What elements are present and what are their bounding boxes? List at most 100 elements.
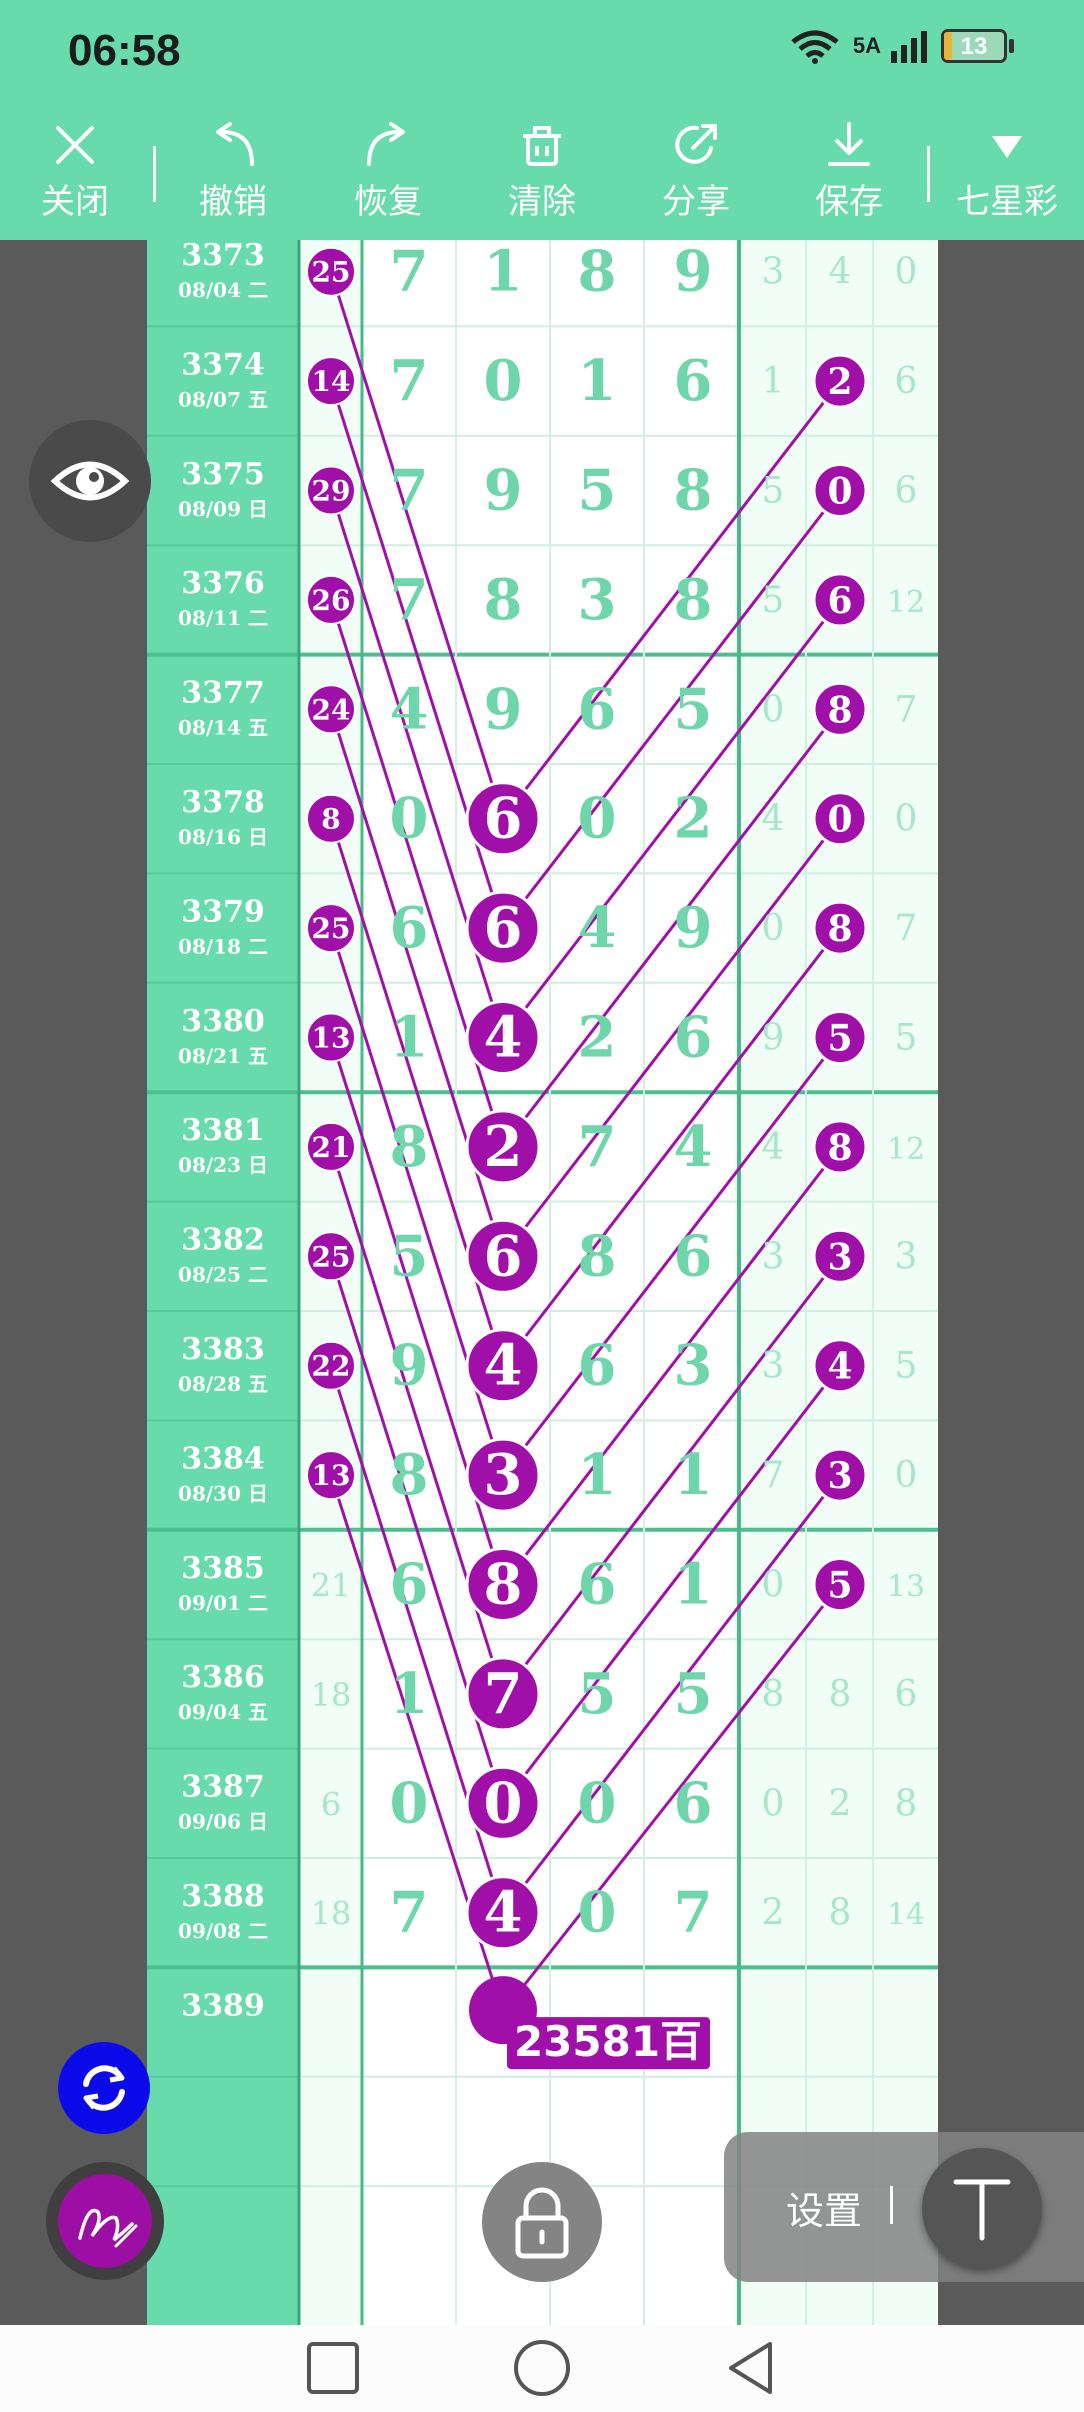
digit-value: 0 <box>390 786 429 852</box>
issue-number: 3384 <box>181 1441 265 1476</box>
text-t-icon <box>953 2179 1011 2241</box>
settings-label[interactable]: 设置 <box>786 2180 862 2235</box>
lottery-type-dropdown[interactable]: 七星彩 <box>932 110 1082 240</box>
digit-value: 9 <box>390 1333 429 1399</box>
digit-value: 8 <box>674 567 713 633</box>
issue-number: 3381 <box>181 1113 265 1148</box>
settings-separator <box>890 2186 893 2224</box>
issue-date: 09/04 五 <box>178 1700 268 1724</box>
clear-button[interactable]: 清除 <box>467 110 617 240</box>
issue-date: 08/28 五 <box>178 1372 268 1396</box>
text-tool-button[interactable] <box>922 2148 1042 2268</box>
close-button-label: 关闭 <box>41 182 109 222</box>
share-button-label: 分享 <box>662 182 730 222</box>
battery-icon: 13 <box>941 29 1007 63</box>
network-type-label: 5A <box>852 33 881 58</box>
redo-button[interactable]: 恢复 <box>313 110 463 240</box>
digit-value: 7 <box>390 240 429 305</box>
first-value: 25 <box>312 912 351 945</box>
extra-value: 3 <box>895 1236 918 1277</box>
digit-value: 1 <box>578 348 617 414</box>
share-button[interactable]: 分享 <box>621 110 771 240</box>
trend-chart-sheet[interactable]: 3373 08/04 二 25 7 1 8 9 3 4 0 3374 08/07 五 14 7 0 1 6 1 2 6… <box>147 240 938 2325</box>
toolbar-separator <box>927 146 930 202</box>
extra-value: 2 <box>762 1893 785 1934</box>
save-icon <box>828 122 870 166</box>
nav-buttons <box>307 2340 772 2396</box>
extra-value: 6 <box>895 471 918 512</box>
battery-tip <box>1009 39 1014 53</box>
digit-value: 0 <box>484 348 523 414</box>
digit-value: 4 <box>484 1333 523 1399</box>
extra-value: 5 <box>895 1018 918 1059</box>
digit-value: 8 <box>484 567 523 633</box>
extra-value: 0 <box>895 799 918 840</box>
issue-date: 08/21 五 <box>178 1044 268 1068</box>
extra-value: 0 <box>762 1783 785 1824</box>
digit-value: 6 <box>578 1333 617 1399</box>
extra-value: 0 <box>895 252 918 293</box>
battery-level: 13 <box>960 33 988 60</box>
digit-value: 6 <box>484 786 523 852</box>
issue-date: 08/16 日 <box>178 825 268 849</box>
issue-date: 08/14 五 <box>178 716 268 740</box>
extra-value: 3 <box>827 1236 852 1278</box>
issue-number: 3374 <box>181 347 265 382</box>
issue-number: 3383 <box>181 1332 265 1367</box>
digit-value: 1 <box>674 1552 713 1618</box>
close-button[interactable]: 关闭 <box>0 110 150 240</box>
home-circle-icon[interactable] <box>514 2340 570 2396</box>
extra-value: 2 <box>827 361 852 403</box>
digit-value: 6 <box>674 348 713 414</box>
first-value: 22 <box>312 1350 351 1383</box>
extra-value: 4 <box>762 799 785 840</box>
digit-value: 7 <box>390 1880 429 1946</box>
status-icons: 5A 13 <box>787 28 1014 64</box>
issue-date: 08/30 日 <box>178 1481 268 1505</box>
recents-square-icon[interactable] <box>307 2342 359 2394</box>
lock-button[interactable] <box>482 2162 602 2282</box>
refresh-button[interactable] <box>58 2042 150 2134</box>
extra-value: 8 <box>827 1127 852 1169</box>
issue-number: 3375 <box>181 457 265 492</box>
extra-value: 0 <box>895 1455 918 1496</box>
signal-icon <box>891 31 927 63</box>
undo-button[interactable]: 撤销 <box>158 110 308 240</box>
issue-number: 3376 <box>181 566 265 601</box>
issue-date: 08/23 日 <box>178 1153 268 1177</box>
app-screen: 06:58 5A 13 关闭 撤销 恢复 清除 分享 保存 七星彩 3373 0… <box>0 0 1084 2412</box>
digit-value: 1 <box>674 1442 713 1508</box>
digit-value: 9 <box>484 676 523 742</box>
extra-value: 8 <box>762 1674 785 1715</box>
digit-value: 8 <box>578 240 617 305</box>
digit-value: 0 <box>390 1770 429 1836</box>
pen-tool-button[interactable] <box>46 2162 164 2280</box>
extra-value: 0 <box>762 689 785 730</box>
signature-pen-icon <box>78 2208 138 2248</box>
digit-value: 7 <box>484 1661 523 1727</box>
issue-date: 09/06 日 <box>178 1810 268 1834</box>
digit-value: 0 <box>578 1770 617 1836</box>
wifi-icon <box>791 30 839 64</box>
undo-icon <box>216 122 254 166</box>
digit-value: 7 <box>578 1114 617 1180</box>
digit-value: 0 <box>484 1770 523 1836</box>
digit-value: 8 <box>390 1114 429 1180</box>
save-button[interactable]: 保存 <box>774 110 924 240</box>
eye-toggle-button[interactable] <box>29 420 151 542</box>
digit-value: 7 <box>674 1880 713 1946</box>
issue-date: 09/08 二 <box>178 1919 268 1943</box>
trend-chart-svg: 337308/04 二25 7 1 8 9 3 4 0337408/07 五14 7 0 1 6 1 2 6… <box>147 240 938 2325</box>
first-value: 21 <box>311 1567 352 1605</box>
extra-value: 5 <box>762 471 785 512</box>
close-icon <box>56 126 94 164</box>
extra-value: 1 <box>762 361 785 402</box>
digit-value: 0 <box>578 1880 617 1946</box>
issue-date: 09/01 二 <box>178 1591 268 1615</box>
extra-value: 5 <box>762 580 785 621</box>
prediction-label: 23581百 <box>514 2017 702 2066</box>
back-triangle-icon[interactable] <box>729 2342 772 2394</box>
toolbar: 关闭 撤销 恢复 清除 分享 保存 七星彩 <box>0 110 1084 240</box>
extra-value: 4 <box>827 1346 852 1388</box>
digit-value: 5 <box>674 1661 713 1727</box>
